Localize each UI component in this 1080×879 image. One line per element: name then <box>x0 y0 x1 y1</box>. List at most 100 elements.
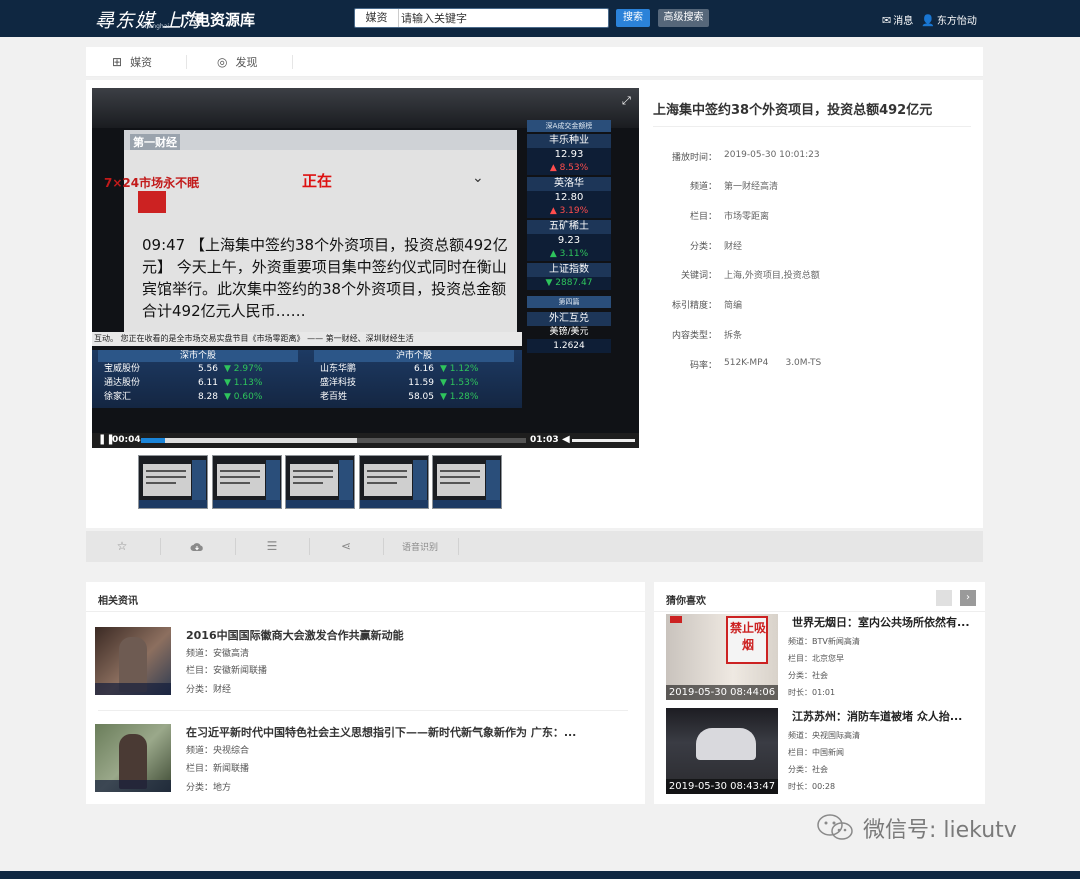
messages-link[interactable]: ✉ 消息 <box>882 12 913 27</box>
search-category-select[interactable]: 媒资 <box>355 9 399 27</box>
keyframe-thumbnails <box>138 455 508 509</box>
side-stock: 丰乐种业 12.93 ▲ 8.53% <box>527 134 611 175</box>
thumb-sidebar <box>192 460 206 504</box>
share-button[interactable]: ⋖ <box>309 531 383 562</box>
side-stock-name: 五矿稀土 <box>527 220 611 234</box>
board-stock-price: 5.56 <box>197 364 218 374</box>
side-stock-name: 丰乐种业 <box>527 134 611 148</box>
share-icon: ⋖ <box>340 539 352 553</box>
related-news-card: 相关资讯 2016中国国际徽商大会激发合作共赢新动能 频道：安徽高清 栏目：安徽… <box>86 582 645 804</box>
messages-label: 消息 <box>893 16 914 27</box>
thumb-footer <box>359 500 428 508</box>
recommend-thumbnail[interactable]: 2019-05-30 08:43:47 <box>666 708 778 794</box>
recommend-channel: 频道：央视国际高清 <box>788 731 860 740</box>
board-stock-name: 山东华鹏 <box>320 364 357 374</box>
tab-media[interactable]: ⊞ 媒资 <box>112 47 152 77</box>
keyframe-thumbnail[interactable] <box>358 455 429 509</box>
user-menu[interactable]: 👤 东方怡动 <box>921 12 977 27</box>
board-stock-price: 11.59 <box>408 378 434 388</box>
related-item-title[interactable]: 2016中国国际徽商大会激发合作共赢新动能 <box>186 627 404 643</box>
user-name: 东方怡动 <box>936 16 977 27</box>
recommend-item[interactable]: 禁止吸烟 2019-05-30 08:44:06 世界无烟日：室内公共场所依然有… <box>666 614 986 702</box>
side-stock-price: 12.93 <box>527 148 611 162</box>
thumb-footer <box>286 500 354 508</box>
related-thumbnail[interactable] <box>95 724 171 792</box>
media-icon: ⊞ <box>112 55 123 69</box>
related-item-title[interactable]: 在习近平新时代中国特色社会主义思想指引下——新时代新气象新作为 广东：... <box>186 724 576 740</box>
wechat-watermark: 微信号: liekutv <box>815 812 1017 844</box>
mail-icon: ✉ <box>882 14 892 27</box>
thumb-panel <box>290 464 338 496</box>
video-stock-boards: 深市个股 宝威股份 5.56 ▼ 2.97% 通达股份 6.11 ▼ 1.13% 徐家汇… <box>92 350 522 408</box>
volume-icon[interactable]: ◀ <box>562 434 570 445</box>
thumb-line <box>440 476 480 478</box>
thumbnail-caption-bar <box>95 780 171 792</box>
thumb-sidebar <box>486 460 500 504</box>
recommend-item-title[interactable]: 世界无烟日：室内公共场所依然有... <box>792 614 984 630</box>
board-stock-change: ▼ 1.28% <box>440 392 479 402</box>
thumb-panel <box>216 464 265 496</box>
tab-discover[interactable]: ◎ 发现 <box>217 47 257 77</box>
prev-button[interactable] <box>936 590 952 606</box>
speech-recognition-label: 语音识别 <box>401 543 438 553</box>
favorite-button[interactable]: ☆ <box>86 531 158 562</box>
board-stock-price: 6.11 <box>197 378 218 388</box>
thumb-line <box>293 482 323 484</box>
related-channel: 频道：央视综合 <box>186 746 250 756</box>
metadata-key: 码率： <box>689 361 717 371</box>
board-title: 深市个股 <box>98 350 298 362</box>
keyframe-thumbnail[interactable] <box>285 455 355 509</box>
chevron-down-icon: ⌄ <box>472 170 484 186</box>
related-column: 栏目：新闻联播 <box>186 764 250 774</box>
advanced-search-button[interactable]: 高级搜索 <box>658 9 709 27</box>
metadata-key: 栏目： <box>689 212 717 222</box>
title-divider <box>653 126 971 127</box>
keyframe-thumbnail[interactable] <box>432 455 502 509</box>
chevron-right-icon: › <box>966 592 970 603</box>
board-row: 盛洋科技 11.59 ▼ 1.53% <box>314 376 514 390</box>
thumb-line <box>219 470 260 472</box>
fx-block: 第四篇 外汇互兑 美镑/美元 1.2624 <box>527 296 611 353</box>
thumb-sidebar <box>412 460 427 504</box>
list-icon: ☰ <box>266 539 278 553</box>
related-item[interactable]: 2016中国国际徽商大会激发合作共赢新动能 频道：安徽高清 栏目：安徽新闻联播 … <box>95 627 635 707</box>
keyframe-thumbnail[interactable] <box>211 455 282 509</box>
metadata-value: 财经 <box>724 242 743 252</box>
current-time: 00:04 <box>112 435 141 445</box>
thumb-sidebar <box>339 460 353 504</box>
volume-slider[interactable] <box>572 439 635 442</box>
footer-bar <box>0 871 1080 879</box>
speech-recognition-button[interactable]: 语音识别 <box>383 531 457 562</box>
recommend-item[interactable]: 2019-05-30 08:43:47 江苏苏州：消防车道被堵 众人抬... 频… <box>666 708 986 796</box>
user-icon: 👤 <box>921 14 935 27</box>
thumb-sidebar <box>265 460 280 504</box>
recommend-card: 猜你喜欢 › 禁止吸烟 2019-05-30 08:44:06 世界无烟日：室内… <box>654 582 985 804</box>
board-stock-change: ▼ 1.12% <box>440 364 479 374</box>
video-player[interactable]: ⤢ 第一财经 7×24市场永不眠 正在 ⌄ 09:47 【上海集中签约38个外资… <box>92 88 639 448</box>
seek-bar[interactable] <box>141 438 526 443</box>
media-detail-card: ⤢ 第一财经 7×24市场永不眠 正在 ⌄ 09:47 【上海集中签约38个外资… <box>86 80 983 528</box>
search-button[interactable]: 搜索 <box>616 9 650 27</box>
metadata-key: 标引精度： <box>671 301 717 311</box>
tab-media-label: 媒资 <box>130 56 153 69</box>
recommend-item-title[interactable]: 江苏苏州：消防车道被堵 众人抬... <box>792 708 984 724</box>
search-input[interactable] <box>401 10 601 26</box>
recommend-duration: 时长：00:28 <box>788 782 836 791</box>
metadata-value: 拆条 <box>724 331 743 341</box>
add-to-list-button[interactable]: ☰ <box>235 531 309 562</box>
metadata-key: 关键词： <box>680 271 717 281</box>
download-button[interactable] <box>160 531 234 562</box>
keyframe-thumbnail[interactable] <box>138 455 208 509</box>
site-title[interactable]: 广电资源库 <box>180 9 255 30</box>
recommend-thumbnail[interactable]: 禁止吸烟 2019-05-30 08:44:06 <box>666 614 778 700</box>
next-button[interactable]: › <box>960 590 976 606</box>
thumb-line <box>366 482 397 484</box>
metadata-value: 512K-MP4 3.0M-TS <box>724 358 822 368</box>
card-divider <box>86 611 645 612</box>
related-thumbnail[interactable] <box>95 627 171 695</box>
thumb-line <box>146 482 176 484</box>
fullscreen-icon[interactable]: ⤢ <box>622 94 631 108</box>
buffer-progress <box>141 438 357 443</box>
recommend-category: 分类：社会 <box>788 765 828 774</box>
related-item[interactable]: 在习近平新时代中国特色社会主义思想指引下——新时代新气象新作为 广东：... 频… <box>95 724 635 804</box>
